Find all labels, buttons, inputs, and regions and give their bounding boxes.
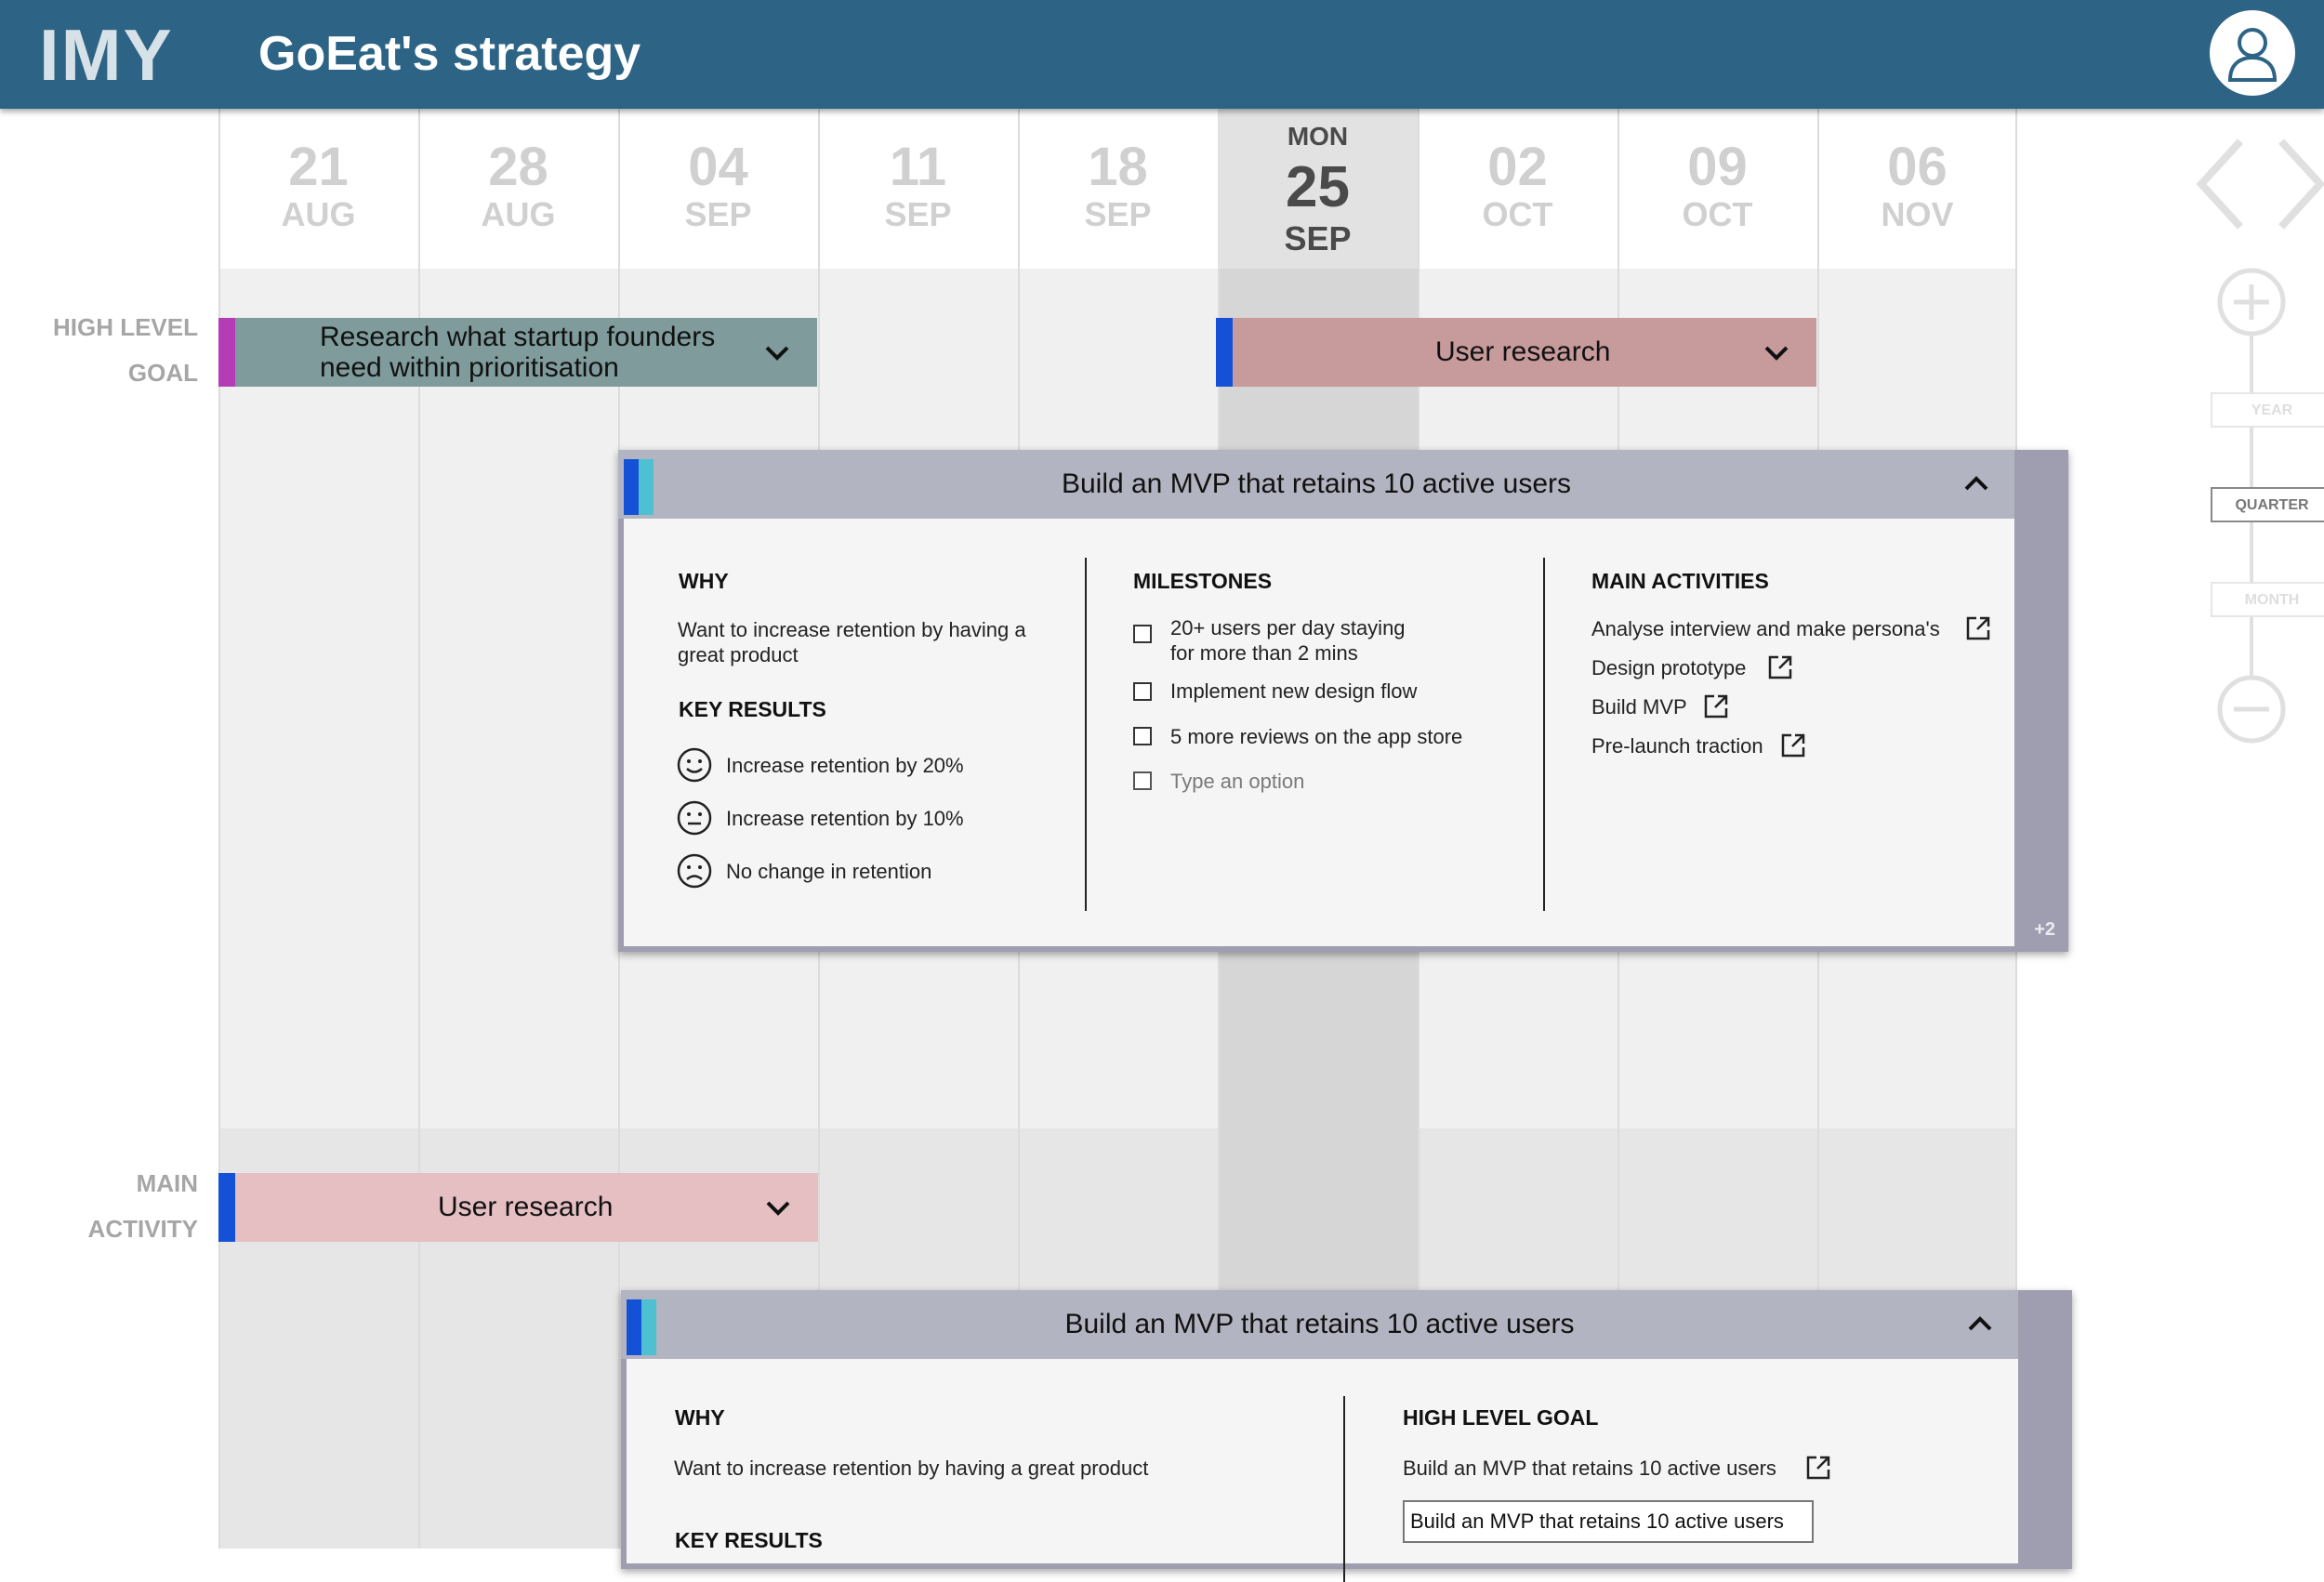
why-heading: WHY <box>679 569 729 593</box>
date-header[interactable]: 09 OCT <box>1618 109 1817 269</box>
external-link-icon[interactable] <box>1766 653 1794 681</box>
color-accent <box>627 1299 641 1355</box>
date-header[interactable]: 06 NOV <box>1817 109 2017 269</box>
zoom-level-quarter[interactable]: QUARTER <box>2211 487 2324 522</box>
activity-link[interactable]: Analyse interview and make persona's <box>1591 616 1940 641</box>
overflow-count-badge[interactable]: +2 <box>2034 919 2055 941</box>
external-link-icon[interactable] <box>1964 614 1992 642</box>
card-body: WHY Want to increase retention by having… <box>624 519 2014 946</box>
key-result-item[interactable]: Increase retention by 10% <box>726 806 964 831</box>
user-icon <box>2227 28 2278 82</box>
goal-detail-card: Build an MVP that retains 10 active user… <box>618 450 2068 952</box>
key-result-item[interactable]: No change in retention <box>726 859 931 884</box>
card-body: WHY Want to increase retention by having… <box>627 1359 2018 1582</box>
zoom-level-month[interactable]: MONTH <box>2211 582 2324 617</box>
color-accent <box>624 459 639 515</box>
row-label-main-activity: MAIN ACTIVITY <box>87 1169 198 1243</box>
chevron-up-icon[interactable] <box>1966 1311 1994 1338</box>
card-header[interactable]: Build an MVP that retains 10 active user… <box>621 1290 2018 1359</box>
new-milestone-input[interactable]: Type an option <box>1170 769 1304 794</box>
chevron-up-icon[interactable] <box>1962 470 1990 498</box>
date-header[interactable]: 04 SEP <box>618 109 818 269</box>
milestone-checkbox[interactable] <box>1133 727 1152 745</box>
goal-bar-research[interactable]: Research what startup founders need with… <box>218 318 817 387</box>
activity-link[interactable]: Build MVP <box>1591 694 1687 719</box>
zoom-in-icon[interactable] <box>2217 268 2286 336</box>
chevron-right-icon[interactable] <box>2278 138 2324 230</box>
app-header: IMY GoEat's strategy <box>0 0 2324 109</box>
color-accent <box>639 459 654 515</box>
activity-link[interactable]: Design prototype <box>1591 655 1746 680</box>
timeline-nav-arrows <box>2196 138 2324 230</box>
high-level-goal-select[interactable]: Build an MVP that retains 10 active user… <box>1403 1500 1814 1543</box>
chevron-left-icon[interactable] <box>2196 138 2243 230</box>
milestone-item[interactable]: Implement new design flow <box>1170 679 1417 704</box>
external-link-icon[interactable] <box>1702 692 1730 720</box>
why-heading: WHY <box>675 1405 725 1430</box>
milestones-heading: MILESTONES <box>1133 569 1273 593</box>
date-header[interactable]: 18 SEP <box>1018 109 1218 269</box>
goal-bar-user-research[interactable]: User research <box>1216 318 1816 387</box>
chevron-down-icon[interactable] <box>1763 338 1790 366</box>
goal-color-accent <box>218 318 235 387</box>
milestone-item[interactable]: 5 more reviews on the app store <box>1170 724 1462 749</box>
main-activities-heading: MAIN ACTIVITIES <box>1591 569 1769 593</box>
page-title: GoEat's strategy <box>258 27 641 81</box>
why-text[interactable]: Want to increase retention by having a g… <box>674 1456 1148 1481</box>
card-title: Build an MVP that retains 10 active user… <box>1064 1309 1575 1339</box>
color-accent <box>641 1299 656 1355</box>
column-divider <box>1543 558 1545 911</box>
zoom-out-icon[interactable] <box>2217 675 2286 744</box>
activity-color-accent <box>218 1173 235 1242</box>
zoom-level-year[interactable]: YEAR <box>2211 392 2324 428</box>
high-level-goal-heading: HIGH LEVEL GOAL <box>1403 1405 1599 1430</box>
card-header[interactable]: Build an MVP that retains 10 active user… <box>618 450 2014 519</box>
chevron-down-icon[interactable] <box>763 338 791 366</box>
chevron-down-icon[interactable] <box>764 1193 792 1221</box>
user-avatar[interactable] <box>2210 10 2295 96</box>
card-title: Build an MVP that retains 10 active user… <box>1061 468 1572 499</box>
external-link-icon[interactable] <box>1804 1454 1832 1482</box>
activity-link[interactable]: Pre-launch traction <box>1591 733 1763 758</box>
date-header[interactable]: 21 AUG <box>218 109 418 269</box>
column-divider <box>1343 1396 1345 1582</box>
key-results-heading: KEY RESULTS <box>675 1528 823 1552</box>
milestone-checkbox[interactable] <box>1133 625 1152 643</box>
happy-face-icon[interactable] <box>677 747 712 783</box>
date-header[interactable]: 11 SEP <box>818 109 1018 269</box>
activity-detail-card: Build an MVP that retains 10 active user… <box>621 1290 2072 1582</box>
key-result-item[interactable]: Increase retention by 20% <box>726 753 964 778</box>
key-results-heading: KEY RESULTS <box>679 697 826 721</box>
high-level-goal-link[interactable]: Build an MVP that retains 10 active user… <box>1403 1456 1776 1481</box>
milestone-item[interactable]: 20+ users per day staying for more than … <box>1170 615 1406 666</box>
milestone-checkbox[interactable] <box>1133 682 1152 701</box>
row-label-high-level-goal: HIGH LEVEL GOAL <box>52 313 198 387</box>
neutral-face-icon[interactable] <box>677 800 712 836</box>
date-header[interactable]: 28 AUG <box>418 109 618 269</box>
why-text[interactable]: Want to increase retention by having a g… <box>678 617 1026 667</box>
column-divider <box>1085 558 1087 911</box>
app-logo[interactable]: IMY <box>39 13 174 98</box>
external-link-icon[interactable] <box>1779 732 1807 759</box>
activity-bar-user-research[interactable]: User research <box>218 1173 818 1242</box>
sad-face-icon[interactable] <box>677 853 712 889</box>
new-milestone-checkbox[interactable] <box>1133 771 1152 790</box>
date-header-current[interactable]: MON 25 SEP <box>1218 109 1418 269</box>
goal-color-accent <box>1216 318 1233 387</box>
date-header[interactable]: 02 OCT <box>1418 109 1618 269</box>
